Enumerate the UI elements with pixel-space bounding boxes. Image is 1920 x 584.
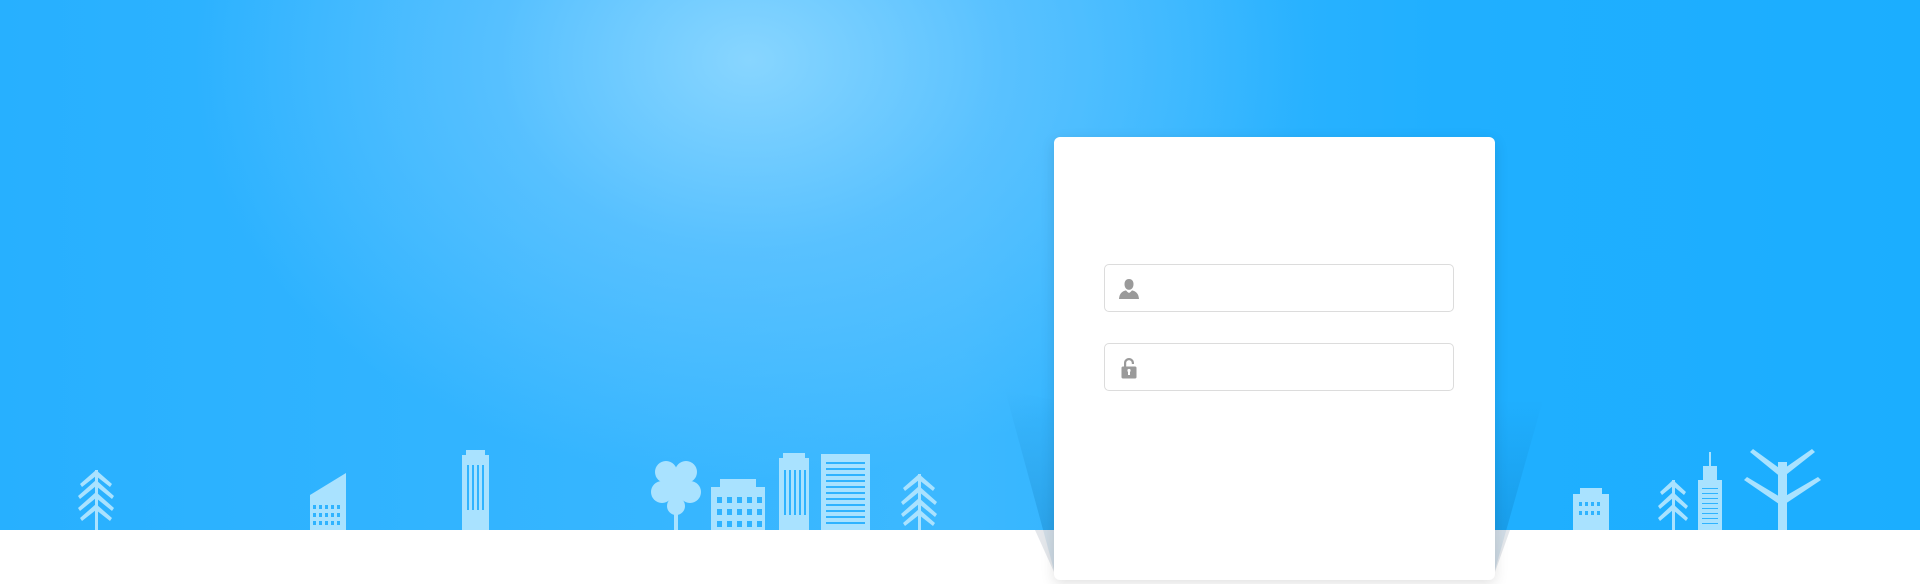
pine-tree-icon [1658,480,1688,530]
building-icon [1573,488,1609,530]
tower-icon [462,450,489,530]
password-field[interactable] [1104,343,1454,391]
user-icon [1117,277,1141,301]
lock-icon [1117,356,1141,380]
password-input[interactable] [1153,344,1447,390]
pine-tree-icon [78,470,114,530]
ground-strip [0,530,1920,584]
pine-tree-icon [901,474,937,530]
login-card [1054,137,1495,580]
hero-background [0,0,1920,530]
bare-tree-icon [1744,449,1821,530]
username-input[interactable] [1153,265,1447,311]
city-skyline-illustration [78,449,1821,530]
tree-icon [651,461,701,530]
username-field[interactable] [1104,264,1454,312]
